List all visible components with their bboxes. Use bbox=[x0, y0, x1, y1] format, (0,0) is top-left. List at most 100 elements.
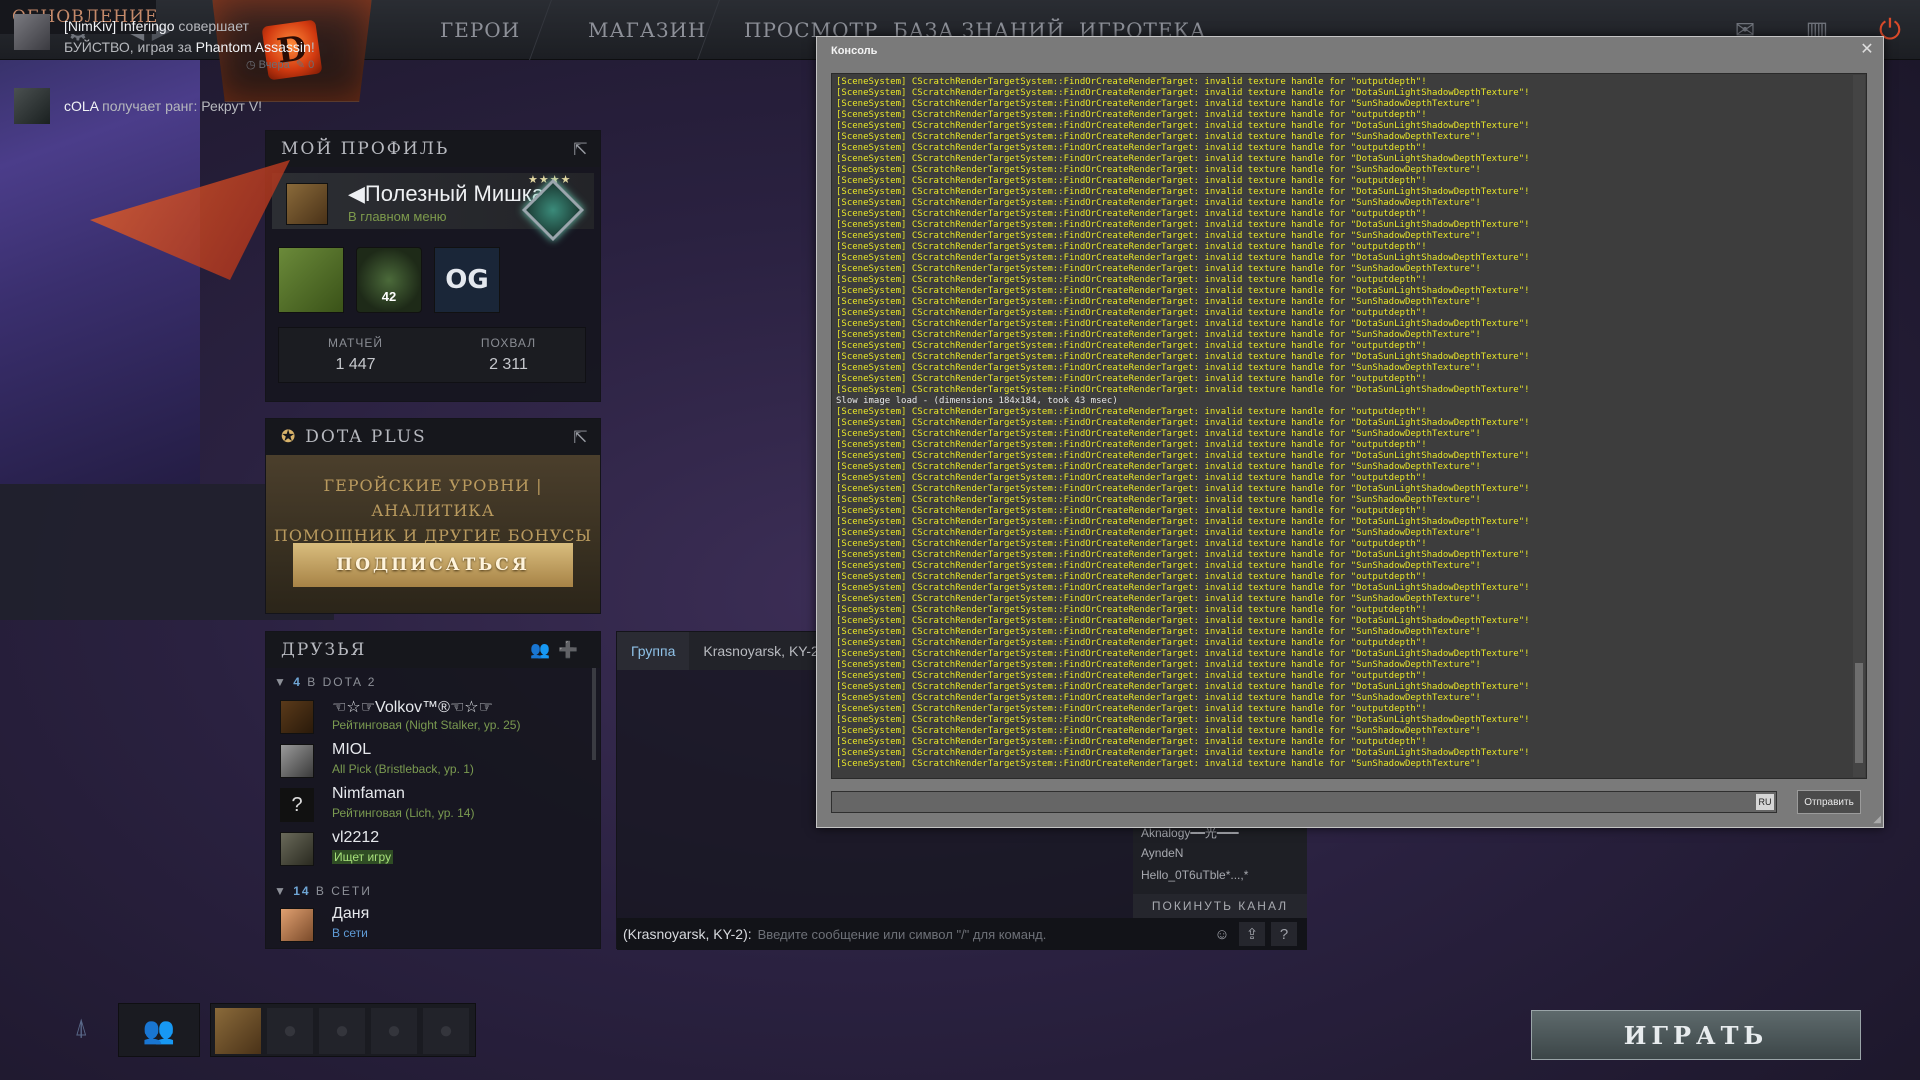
friend-item[interactable]: vl2212 Ищет игру bbox=[280, 828, 580, 868]
console-line: [SceneSystem] CScratchRenderTargetSystem… bbox=[836, 495, 1481, 505]
console-line: [SceneSystem] CScratchRenderTargetSystem… bbox=[836, 616, 1530, 626]
battle-level-icon[interactable]: 42 bbox=[356, 247, 422, 313]
profile-title: МОЙ ПРОФИЛЬ bbox=[281, 139, 450, 159]
friend-activity: Ищет игру bbox=[332, 850, 394, 864]
tab-channel[interactable]: Krasnoyarsk, KY-2 bbox=[689, 632, 833, 670]
nav-store[interactable]: МАГАЗИН bbox=[588, 14, 706, 46]
console-line: [SceneSystem] CScratchRenderTargetSystem… bbox=[836, 440, 1427, 450]
nav-heroes[interactable]: ГЕРОИ bbox=[440, 14, 520, 46]
feed-item[interactable]: cOLA получает ранг: Рекрут V! bbox=[14, 88, 324, 128]
matches-stat: МАТЧЕЙ 1 447 bbox=[279, 328, 432, 382]
console-line: [SceneSystem] CScratchRenderTargetSystem… bbox=[836, 506, 1427, 516]
update-banner[interactable]: ОБНОВЛЕНИЕ bbox=[0, 0, 290, 484]
group-online[interactable]: ▼ 14 В СЕТИ bbox=[274, 884, 372, 898]
party-slot-self[interactable] bbox=[215, 1008, 261, 1054]
console-line: [SceneSystem] CScratchRenderTargetSystem… bbox=[836, 726, 1481, 736]
avatar bbox=[286, 183, 328, 225]
console-line: [SceneSystem] CScratchRenderTargetSystem… bbox=[836, 715, 1530, 725]
rank-medal-icon: ★★★★ bbox=[516, 173, 590, 247]
console-line: [SceneSystem] CScratchRenderTargetSystem… bbox=[836, 132, 1481, 142]
commends-value: 2 311 bbox=[489, 356, 528, 373]
console-line: [SceneSystem] CScratchRenderTargetSystem… bbox=[836, 748, 1530, 758]
console-line: [SceneSystem] CScratchRenderTargetSystem… bbox=[836, 352, 1530, 362]
submit-button[interactable]: Отправить bbox=[1797, 790, 1861, 814]
emoji-icon[interactable]: ☺ bbox=[1209, 922, 1235, 946]
console-scroll-thumb[interactable] bbox=[1855, 663, 1863, 763]
console-line: [SceneSystem] CScratchRenderTargetSystem… bbox=[836, 121, 1530, 131]
console-line: [SceneSystem] CScratchRenderTargetSystem… bbox=[836, 110, 1427, 120]
friend-item[interactable]: Даня В сети bbox=[280, 904, 580, 944]
friends-panel: ДРУЗЬЯ 👥➕ ▼ 4 В DOTA 2 ☜☆☞Volkov™®☜☆☞ Ре… bbox=[265, 631, 601, 949]
console-line: [SceneSystem] CScratchRenderTargetSystem… bbox=[836, 308, 1427, 318]
console-line: [SceneSystem] CScratchRenderTargetSystem… bbox=[836, 638, 1427, 648]
friends-scrollbar[interactable] bbox=[592, 668, 596, 760]
friend-name: Даня bbox=[332, 905, 370, 922]
dota-plus-header: ✪ DOTA PLUS ⇱ bbox=[266, 419, 600, 455]
subscribe-button[interactable]: ПОДПИСАТЬСЯ bbox=[293, 543, 573, 587]
expand-arrow-icon[interactable]: ⇱ bbox=[573, 139, 590, 160]
friend-activity: Рейтинговая (Night Stalker, ур. 25) bbox=[332, 718, 521, 732]
commends-label: ПОХВАЛ bbox=[480, 336, 537, 350]
console-line: [SceneSystem] CScratchRenderTargetSystem… bbox=[836, 649, 1530, 659]
profile-summary[interactable]: ◀Полезный Мишка В главном меню ★★★★ bbox=[272, 173, 594, 242]
console-log[interactable]: [SceneSystem] CScratchRenderTargetSystem… bbox=[831, 73, 1867, 779]
play-button[interactable]: ИГРАТЬ bbox=[1531, 1010, 1861, 1060]
console-line: [SceneSystem] CScratchRenderTargetSystem… bbox=[836, 143, 1427, 153]
chat-input[interactable]: (Krasnoyarsk, KY-2): Введите сообщение и… bbox=[617, 918, 1307, 950]
expand-arrow-icon[interactable]: ⇱ bbox=[573, 427, 590, 448]
console-line: [SceneSystem] CScratchRenderTargetSystem… bbox=[836, 561, 1481, 571]
empty-slot-icon[interactable]: ● bbox=[371, 1008, 417, 1054]
team-og-icon[interactable]: OG bbox=[434, 247, 500, 313]
add-friend-icon[interactable]: ➕ bbox=[558, 640, 586, 659]
favorite-hero-icon[interactable] bbox=[278, 247, 344, 313]
friend-item[interactable]: MIOL All Pick (Bristleback, ур. 1) bbox=[280, 740, 580, 780]
friend-avatar bbox=[280, 832, 314, 866]
dota-plus-icon: ✪ bbox=[281, 427, 298, 447]
console-title: Консоль bbox=[831, 45, 878, 57]
broadcast-icon[interactable]: ⍋ bbox=[74, 1014, 88, 1042]
battle-level: 42 bbox=[381, 289, 397, 304]
console-input[interactable]: RU bbox=[831, 791, 1777, 813]
friend-item[interactable]: ☜☆☞Volkov™®☜☆☞ Рейтинговая (Night Stalke… bbox=[280, 696, 580, 736]
resize-grip-icon[interactable]: ◢ bbox=[1873, 814, 1881, 825]
empty-slot-icon[interactable]: ● bbox=[423, 1008, 469, 1054]
comment-icon: ✎ bbox=[295, 59, 306, 71]
friend-item[interactable]: ? Nimfaman Рейтинговая (Lich, ур. 14) bbox=[280, 784, 580, 824]
channel-member[interactable]: Hello_0T6uTble*...,* bbox=[1141, 868, 1248, 882]
group-in-dota[interactable]: ▼ 4 В DOTA 2 bbox=[274, 675, 376, 689]
close-icon[interactable]: ✕ bbox=[1859, 41, 1875, 58]
console-line: [SceneSystem] CScratchRenderTargetSystem… bbox=[836, 517, 1530, 527]
party-button[interactable]: 👥 bbox=[118, 1003, 200, 1057]
console-line: [SceneSystem] CScratchRenderTargetSystem… bbox=[836, 704, 1427, 714]
console-line: [SceneSystem] CScratchRenderTargetSystem… bbox=[836, 759, 1481, 769]
feed-text: [NimKiv] Inferingo совершает БУЙСТВО, иг… bbox=[64, 18, 315, 55]
empty-slot-icon[interactable]: ● bbox=[319, 1008, 365, 1054]
friend-actions: 👥➕ bbox=[530, 640, 586, 659]
console-line: [SceneSystem] CScratchRenderTargetSystem… bbox=[836, 473, 1427, 483]
share-icon[interactable]: ⇪ bbox=[1239, 922, 1265, 946]
console-line: [SceneSystem] CScratchRenderTargetSystem… bbox=[836, 594, 1481, 604]
profile-header: МОЙ ПРОФИЛЬ ⇱ bbox=[266, 131, 600, 167]
console-line: [SceneSystem] CScratchRenderTargetSystem… bbox=[836, 572, 1427, 582]
nav-divider bbox=[529, 0, 552, 60]
party-icon: 👥 bbox=[142, 1014, 176, 1045]
language-indicator: RU bbox=[1756, 794, 1774, 810]
console-line: [SceneSystem] CScratchRenderTargetSystem… bbox=[836, 550, 1530, 560]
console-line: [SceneSystem] CScratchRenderTargetSystem… bbox=[836, 319, 1530, 329]
channel-member[interactable]: AyndeN bbox=[1141, 846, 1183, 860]
tab-group[interactable]: Группа bbox=[617, 632, 690, 670]
console-line: [SceneSystem] CScratchRenderTargetSystem… bbox=[836, 462, 1481, 472]
unknown-avatar-icon: ? bbox=[280, 788, 314, 822]
console-line: [SceneSystem] CScratchRenderTargetSystem… bbox=[836, 198, 1481, 208]
console-scrollbar[interactable] bbox=[1853, 75, 1865, 777]
profile-name: ◀Полезный Мишка bbox=[348, 181, 545, 206]
feed-item[interactable]: [NimKiv] Inferingo совершает БУЙСТВО, иг… bbox=[14, 14, 324, 71]
friend-name: ☜☆☞Volkov™®☜☆☞ bbox=[332, 699, 493, 716]
leave-channel-button[interactable]: ПОКИНУТЬ КАНАЛ bbox=[1133, 894, 1307, 918]
help-button[interactable]: ? bbox=[1271, 922, 1297, 946]
friends-list-icon[interactable]: 👥 bbox=[530, 640, 558, 659]
friends-title: ДРУЗЬЯ bbox=[281, 640, 367, 660]
empty-slot-icon[interactable]: ● bbox=[267, 1008, 313, 1054]
console-line: [SceneSystem] CScratchRenderTargetSystem… bbox=[836, 484, 1530, 494]
console-line: [SceneSystem] CScratchRenderTargetSystem… bbox=[836, 77, 1427, 87]
